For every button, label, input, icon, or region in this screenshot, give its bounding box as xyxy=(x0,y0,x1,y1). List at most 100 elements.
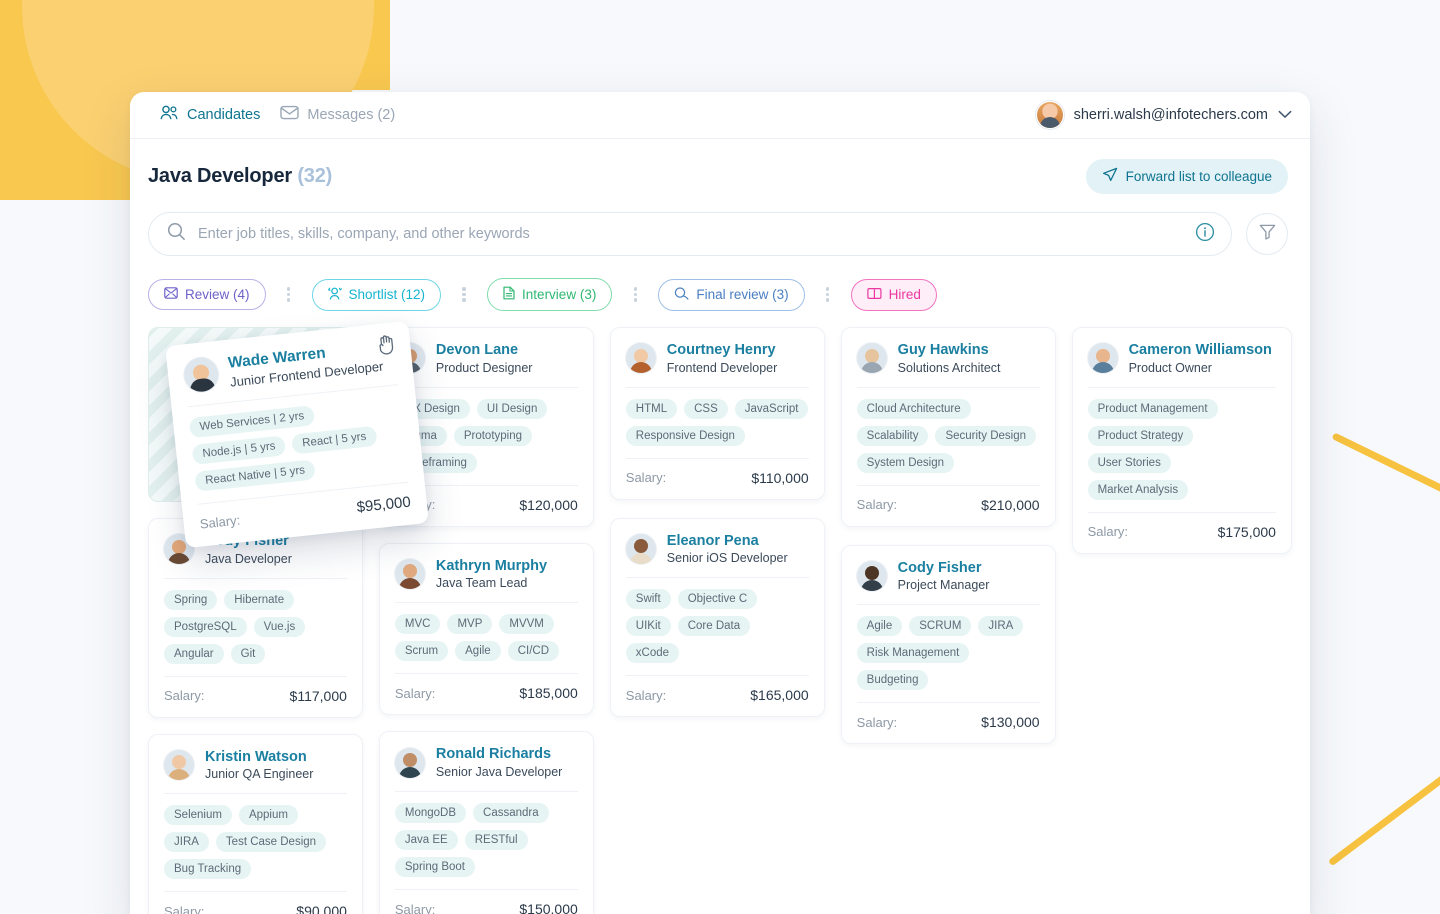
candidate-name[interactable]: Courtney Henry xyxy=(667,342,777,359)
search-row xyxy=(130,194,1310,256)
salary-value: $150,000 xyxy=(519,901,577,914)
salary-value: $210,000 xyxy=(981,497,1039,513)
stage-tab-final-review[interactable]: Final review (3) xyxy=(658,279,804,311)
candidate-name[interactable]: Eleanor Pena xyxy=(667,533,788,550)
card-header: Kristin Watson Junior QA Engineer xyxy=(164,749,347,782)
skill-tag: Spring Boot xyxy=(395,857,475,877)
nav-item-candidates[interactable]: Candidates xyxy=(150,92,270,138)
salary-row: Salary: $210,000 xyxy=(857,497,1040,513)
candidate-card[interactable]: Cody Fisher Java Developer Spring Hibern… xyxy=(148,518,363,718)
candidate-card[interactable]: Ronald Richards Senior Java Developer Mo… xyxy=(379,731,594,914)
candidate-card[interactable]: Kathryn Murphy Java Team Lead MVC MVP MV… xyxy=(379,543,594,716)
skill-tag: MVVM xyxy=(499,614,554,634)
stage-tab-hired[interactable]: Hired xyxy=(851,279,937,311)
candidate-card[interactable]: Guy Hawkins Solutions Architect Cloud Ar… xyxy=(841,327,1056,527)
top-navigation: Candidates Messages (2) sherri.walsh@inf… xyxy=(130,92,1310,139)
stage-menu-interview[interactable] xyxy=(612,285,658,304)
info-icon[interactable] xyxy=(1195,222,1215,247)
divider xyxy=(395,791,578,792)
skill-tag: Bug Tracking xyxy=(164,859,251,879)
candidate-card[interactable]: Courtney Henry Frontend Developer HTML C… xyxy=(610,327,825,500)
stage-tab-shortlist[interactable]: Shortlist (12) xyxy=(312,279,442,311)
avatar xyxy=(857,343,887,373)
nav-item-messages[interactable]: Messages (2) xyxy=(270,92,405,138)
skill-tag: Swift xyxy=(626,589,671,609)
page-header: Java Developer (32) Forward list to coll… xyxy=(130,139,1310,194)
salary-label: Salary: xyxy=(164,688,204,703)
skill-tag: Scrum xyxy=(395,641,448,661)
search-icon xyxy=(167,222,186,246)
stage-menu-shortlist[interactable] xyxy=(441,285,487,304)
candidate-card[interactable]: Kristin Watson Junior QA Engineer Seleni… xyxy=(148,734,363,914)
stage-tab-interview[interactable]: Interview (3) xyxy=(487,278,612,311)
skill-tag: CI/CD xyxy=(508,641,559,661)
skill-tags: Spring Hibernate PostgreSQL Vue.js Angul… xyxy=(164,590,347,664)
chevron-down-icon[interactable] xyxy=(1278,106,1292,124)
envelope-icon xyxy=(280,105,299,125)
card-header: Wade Warren Junior Frontend Developer xyxy=(183,337,397,394)
salary-row: Salary: $117,000 xyxy=(164,688,347,704)
divider xyxy=(1088,512,1276,513)
salary-value: $185,000 xyxy=(519,685,577,701)
search-box[interactable] xyxy=(148,212,1232,256)
skill-tag: Web Services | 2 yrs xyxy=(189,405,315,438)
skill-tag: Node.js | 5 yrs xyxy=(192,435,287,465)
salary-row: Salary: $110,000 xyxy=(626,470,809,486)
candidate-card[interactable]: Cody Fisher Project Manager Agile SCRUM … xyxy=(841,545,1056,745)
candidate-name[interactable]: Ronald Richards xyxy=(436,746,562,763)
skill-tag: Budgeting xyxy=(857,670,929,690)
dragged-candidate-card[interactable]: Wade Warren Junior Frontend Developer We… xyxy=(165,321,429,548)
stage-tab-review[interactable]: Review (4) xyxy=(148,279,266,310)
candidate-name[interactable]: Kathryn Murphy xyxy=(436,558,547,575)
stage-label: Shortlist (12) xyxy=(349,287,426,302)
avatar xyxy=(626,343,656,373)
divider xyxy=(395,387,578,388)
skill-tag: JavaScript xyxy=(735,399,809,419)
divider xyxy=(164,578,347,579)
candidate-name[interactable]: Cody Fisher xyxy=(898,560,990,577)
skill-tag: Cloud Architecture xyxy=(857,399,971,419)
skill-tag: RESTful xyxy=(465,830,528,850)
card-header: Cameron Williamson Product Owner xyxy=(1088,342,1276,375)
divider xyxy=(857,604,1040,605)
salary-label: Salary: xyxy=(626,470,666,485)
board-column-interview: Courtney Henry Frontend Developer HTML C… xyxy=(610,327,825,914)
skill-tag: Selenium xyxy=(164,805,232,825)
salary-row: Salary: $130,000 xyxy=(857,714,1040,730)
divider xyxy=(626,577,809,578)
stage-menu-final-review[interactable] xyxy=(805,285,851,304)
candidate-card[interactable]: Eleanor Pena Senior iOS Developer Swift … xyxy=(610,518,825,718)
salary-value: $165,000 xyxy=(750,687,808,703)
stage-menu-review[interactable] xyxy=(266,285,312,304)
divider xyxy=(857,485,1040,486)
candidate-board: Cody Fisher Java Developer Spring Hibern… xyxy=(130,311,1310,914)
divider xyxy=(395,602,578,603)
search-input[interactable] xyxy=(198,226,1183,242)
account-menu[interactable]: sherri.walsh@infotechers.com xyxy=(1036,101,1292,129)
skill-tags: Swift Objective C UIKit Core Data xCode xyxy=(626,589,809,663)
skill-tags: Product Management Product Strategy User… xyxy=(1088,399,1276,500)
envelope-icon xyxy=(164,287,178,302)
candidate-name[interactable]: Kristin Watson xyxy=(205,749,313,766)
candidate-name[interactable]: Devon Lane xyxy=(436,342,533,359)
card-header: Kathryn Murphy Java Team Lead xyxy=(395,558,578,591)
board-column-final-review: Guy Hawkins Solutions Architect Cloud Ar… xyxy=(841,327,1056,914)
skill-tags: HTML CSS JavaScript Responsive Design xyxy=(626,399,809,446)
skill-tag: HTML xyxy=(626,399,677,419)
card-header: Eleanor Pena Senior iOS Developer xyxy=(626,533,809,566)
candidate-name[interactable]: Cameron Williamson xyxy=(1129,342,1272,359)
card-header: Devon Lane Product Designer xyxy=(395,342,578,375)
forward-list-button[interactable]: Forward list to colleague xyxy=(1086,159,1288,194)
skill-tag: Prototyping xyxy=(454,426,532,446)
skill-tag: Scalability xyxy=(857,426,929,446)
skill-tag: User Stories xyxy=(1088,453,1171,473)
skill-tag: Product Strategy xyxy=(1088,426,1194,446)
skill-tags: Agile SCRUM JIRA Risk Management Budgeti… xyxy=(857,616,1040,690)
filter-button[interactable] xyxy=(1246,213,1288,255)
avatar xyxy=(395,748,425,778)
divider xyxy=(395,673,578,674)
stage-label: Hired xyxy=(889,287,921,302)
skill-tag: Appium xyxy=(239,805,298,825)
candidate-name[interactable]: Guy Hawkins xyxy=(898,342,1001,359)
candidate-card[interactable]: Cameron Williamson Product Owner Product… xyxy=(1072,327,1292,554)
